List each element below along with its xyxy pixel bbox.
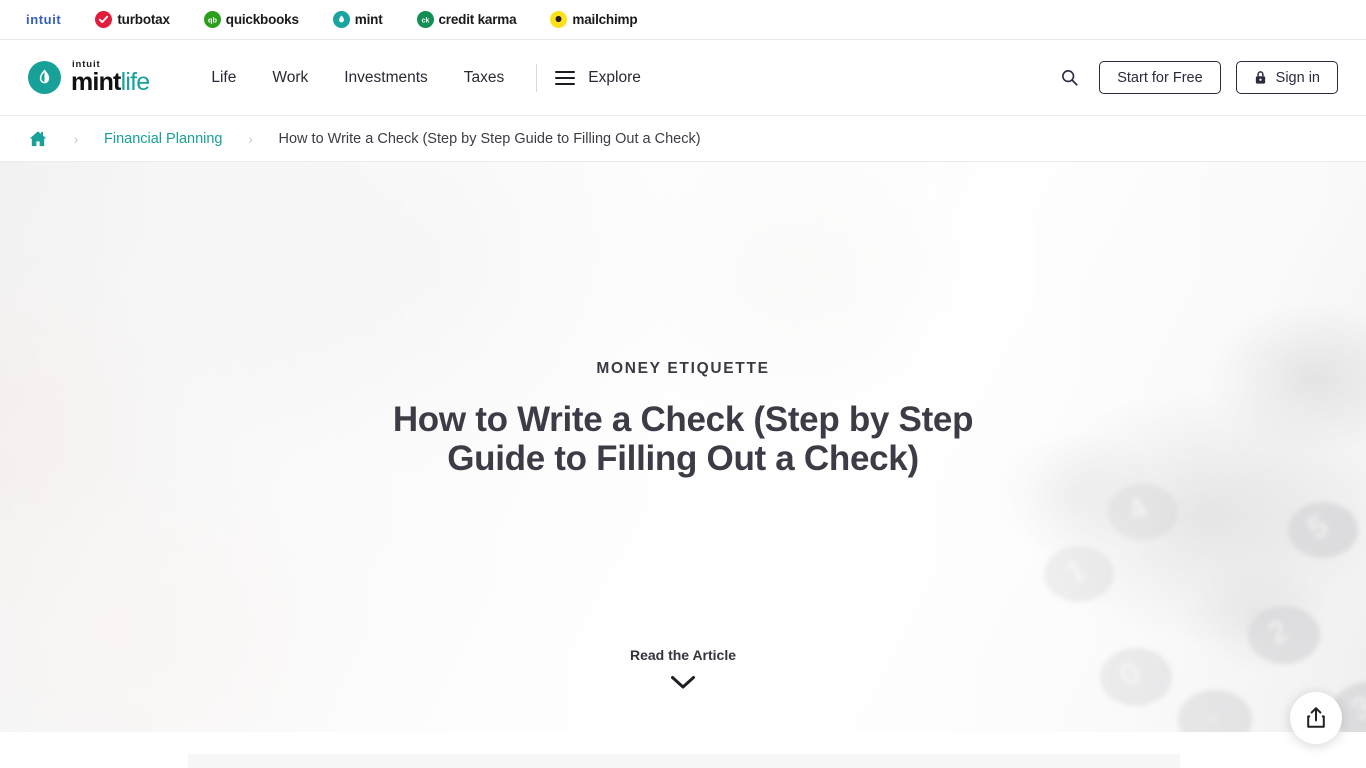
start-for-free-button[interactable]: Start for Free: [1099, 61, 1221, 94]
brand-link-turbotax[interactable]: turbotax: [95, 11, 170, 28]
brand-link-quickbooks[interactable]: qb quickbooks: [203, 11, 299, 28]
breadcrumb-separator-2: ›: [248, 130, 253, 147]
mint-droplet-icon: [28, 61, 61, 94]
chevron-down-icon: [670, 675, 696, 690]
logo-word-mint: mint: [71, 68, 121, 97]
hamburger-icon: [555, 70, 576, 85]
brand-label-quickbooks: quickbooks: [225, 12, 299, 27]
brand-label-mailchimp: mailchimp: [572, 12, 638, 27]
explore-label: Explore: [588, 68, 641, 86]
svg-text:qb: qb: [208, 15, 217, 24]
explore-menu-button[interactable]: Explore: [551, 63, 645, 93]
svg-text:ck: ck: [421, 17, 429, 24]
article-content-block: [188, 754, 1180, 768]
header-actions: Start for Free Sign in: [1054, 61, 1338, 94]
share-icon: [1305, 706, 1327, 730]
primary-nav: Life Work Investments Taxes Explore: [193, 63, 645, 93]
brand-label-intuit: intuit: [26, 12, 62, 27]
nav-item-life[interactable]: Life: [193, 63, 254, 93]
brand-link-intuit[interactable]: intuit: [26, 12, 61, 27]
check-badge-icon: [95, 11, 113, 28]
breadcrumb-current-page: How to Write a Check (Step by Step Guide…: [278, 130, 701, 147]
hero-banner: 4 1 5 0 2 . 3 × MONEY ETIQUETTE How to W…: [0, 162, 1366, 732]
breadcrumb-link-financial-planning[interactable]: Financial Planning: [104, 131, 223, 147]
share-button[interactable]: [1290, 692, 1342, 744]
brand-link-mailchimp[interactable]: mailchimp: [550, 11, 638, 28]
nav-item-work[interactable]: Work: [254, 63, 326, 93]
intuit-brand-bar: intuit turbotax qb quickbooks mint ck cr…: [0, 0, 1366, 40]
brand-link-credit-karma[interactable]: ck credit karma: [416, 11, 517, 28]
home-icon[interactable]: [28, 129, 48, 149]
breadcrumb: › Financial Planning › How to Write a Ch…: [0, 116, 1366, 162]
breadcrumb-separator-1: ›: [73, 130, 79, 147]
read-the-article-scroll-cue[interactable]: Read the Article: [0, 647, 1366, 690]
nav-divider: [536, 63, 538, 92]
site-header: intuit mintlife Life Work Investments Ta…: [0, 40, 1366, 116]
sign-in-label: Sign in: [1275, 69, 1320, 86]
droplet-icon: [332, 11, 350, 28]
lock-icon: [1254, 70, 1267, 85]
brand-label-turbotax: turbotax: [117, 12, 170, 27]
brand-label-credit-karma: credit karma: [438, 12, 517, 27]
nav-item-investments[interactable]: Investments: [326, 63, 446, 93]
brand-link-mint[interactable]: mint: [332, 11, 383, 28]
ck-icon: ck: [416, 11, 434, 28]
search-icon[interactable]: [1054, 63, 1084, 93]
nav-item-taxes[interactable]: Taxes: [446, 63, 523, 93]
brand-label-mint: mint: [354, 12, 383, 27]
mintlife-logo[interactable]: intuit mintlife: [28, 60, 151, 97]
logo-word-life: life: [120, 68, 151, 97]
hero-category-eyebrow: MONEY ETIQUETTE: [596, 360, 770, 377]
page-title: How to Write a Check (Step by Step Guide…: [392, 400, 974, 479]
qb-icon: qb: [203, 11, 221, 28]
sign-in-button[interactable]: Sign in: [1235, 61, 1338, 94]
chimp-icon: [550, 11, 568, 28]
article-body-top: [0, 732, 1366, 768]
read-the-article-label: Read the Article: [629, 647, 737, 663]
